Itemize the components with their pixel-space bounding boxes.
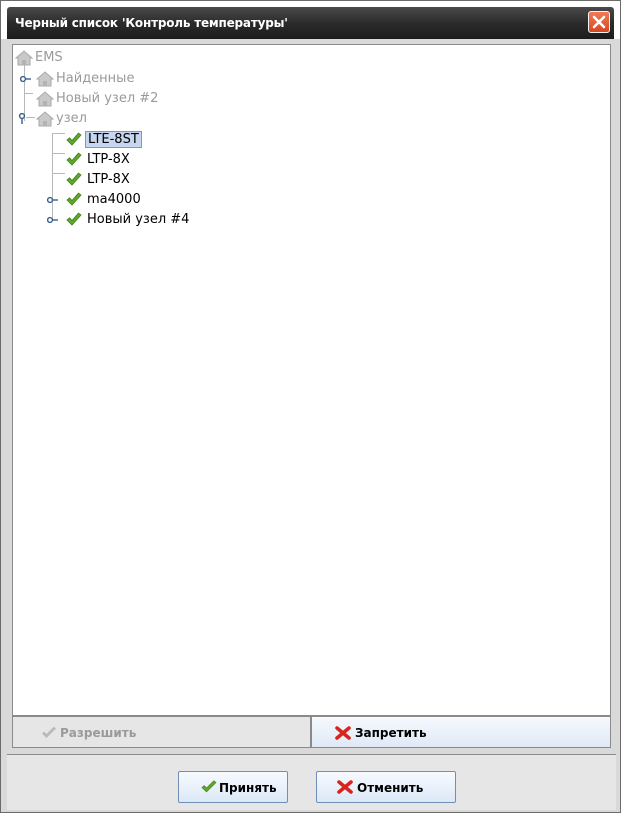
- house-icon: [36, 71, 54, 87]
- tree-node-label: EMS: [35, 50, 63, 65]
- checkmark-icon: [66, 152, 82, 166]
- expand-handle-icon[interactable]: [20, 75, 32, 83]
- allow-deny-bar: Разрешить Запретить: [12, 716, 611, 748]
- blacklist-tree[interactable]: EMS Найденные Новый узел #2 узел LTE-8ST…: [12, 44, 611, 716]
- allow-button[interactable]: Разрешить: [12, 716, 311, 748]
- title-bar-area: Черный список 'Контроль температуры': [1, 1, 620, 39]
- tree-node-label: Найденные: [56, 71, 135, 86]
- checkmark-icon: [66, 212, 82, 226]
- tree-line: [52, 153, 65, 154]
- tree-line: [52, 133, 65, 134]
- expand-handle-icon[interactable]: [47, 196, 59, 204]
- cross-icon: [335, 726, 351, 740]
- tree-node-label: ma4000: [87, 192, 141, 207]
- accept-button[interactable]: Принять: [178, 771, 288, 803]
- allow-button-label: Разрешить: [60, 726, 137, 740]
- house-icon: [15, 50, 33, 66]
- checkmark-icon: [66, 192, 82, 206]
- checkmark-icon: [66, 132, 82, 146]
- cancel-button-label: Отменить: [357, 781, 424, 795]
- tree-node-label: LTE-8ST: [85, 131, 142, 148]
- checkmark-icon: [201, 780, 217, 793]
- dialog-content: EMS Найденные Новый узел #2 узел LTE-8ST…: [7, 39, 616, 810]
- accept-button-label: Принять: [219, 781, 277, 795]
- checkmark-icon: [66, 172, 82, 186]
- checkmark-icon: [42, 726, 56, 738]
- deny-button-label: Запретить: [355, 726, 427, 740]
- dialog-footer: Принять Отменить: [7, 754, 616, 810]
- deny-button[interactable]: Запретить: [311, 716, 611, 748]
- tree-node-label: Новый узел #4: [87, 212, 190, 227]
- window-title: Черный список 'Контроль температуры': [15, 16, 288, 30]
- tree-node-label: узел: [56, 111, 87, 126]
- close-button[interactable]: [588, 11, 610, 33]
- cross-icon: [337, 780, 353, 794]
- house-icon: [36, 91, 54, 107]
- cancel-button[interactable]: Отменить: [316, 771, 456, 803]
- dialog-window: Черный список 'Контроль температуры' EMS…: [0, 0, 621, 813]
- house-icon: [36, 111, 54, 127]
- tree-node-label: Новый узел #2: [56, 91, 159, 106]
- tree-node-label: LTP-8X: [87, 152, 130, 167]
- tree-line: [52, 173, 65, 174]
- collapse-handle-icon[interactable]: [18, 113, 26, 125]
- expand-handle-icon[interactable]: [47, 216, 59, 224]
- title-bar[interactable]: Черный список 'Контроль температуры': [7, 7, 614, 39]
- tree-line: [52, 133, 53, 219]
- tree-node-label: LTP-8X: [87, 172, 130, 187]
- close-icon: [592, 15, 606, 29]
- tree-line: [24, 93, 33, 94]
- tree-line: [26, 117, 35, 118]
